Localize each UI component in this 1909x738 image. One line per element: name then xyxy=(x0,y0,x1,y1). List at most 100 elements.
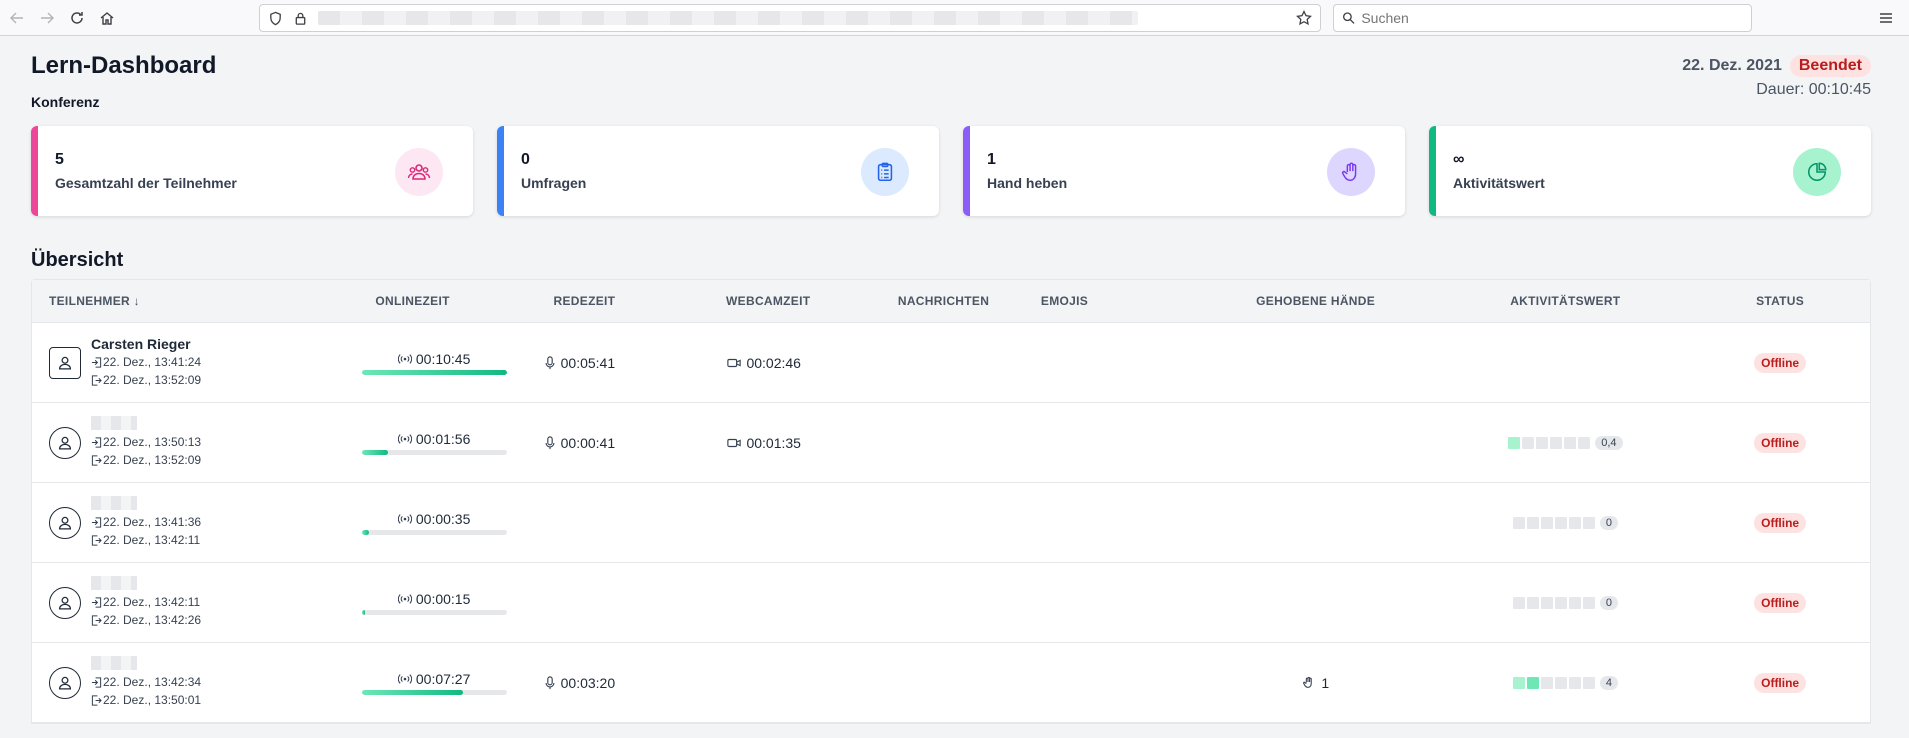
card-raise-hand: 1 Hand heben xyxy=(963,126,1405,216)
menu-button[interactable] xyxy=(1871,3,1901,33)
online-time: 00:07:27 xyxy=(361,671,507,695)
url-bar[interactable] xyxy=(259,4,1321,32)
header-webcam-time[interactable]: WEBCAMZEIT xyxy=(675,294,861,308)
activity-square xyxy=(1564,436,1577,449)
clipboard-icon xyxy=(861,148,909,196)
login-icon xyxy=(91,436,102,448)
browser-toolbar xyxy=(0,0,1909,36)
section-title: Übersicht xyxy=(31,249,124,271)
header-online-time[interactable]: ONLINEZEIT xyxy=(332,294,494,308)
activity-square xyxy=(1568,516,1581,529)
header-emojis[interactable]: EMOJIS xyxy=(1026,294,1191,308)
activity-square xyxy=(1550,436,1563,449)
join-time: 22. Dez., 13:41:36 xyxy=(91,513,201,531)
user-icon xyxy=(58,676,72,689)
online-time-bar-fill xyxy=(361,369,507,375)
forward-button[interactable] xyxy=(32,3,62,33)
microphone-icon xyxy=(545,355,555,369)
activity-meter: 0,4 xyxy=(1441,435,1691,450)
status-badge: Offline xyxy=(1754,432,1807,453)
search-icon xyxy=(1342,12,1355,24)
activity-square xyxy=(1582,516,1595,529)
online-time-bar-fill xyxy=(361,449,388,455)
status-badge: Offline xyxy=(1754,352,1807,373)
online-time-value: 00:00:15 xyxy=(415,590,471,607)
activity-square xyxy=(1508,436,1521,449)
activity-square xyxy=(1512,676,1525,689)
join-time: 22. Dez., 13:42:11 xyxy=(91,593,201,611)
arrow-right-icon xyxy=(41,12,54,23)
dashboard-page: Lern-Dashboard Konferenz 22. Dez. 2021 B… xyxy=(0,37,1909,738)
activity-meter: 0 xyxy=(1441,515,1691,530)
header-raised-hands[interactable]: GEHOBENE HÄNDE xyxy=(1191,294,1441,308)
status-badge: Offline xyxy=(1754,512,1807,533)
join-time: 22. Dez., 13:42:34 xyxy=(91,673,201,691)
activity-square xyxy=(1526,516,1539,529)
header-messages[interactable]: NACHRICHTEN xyxy=(861,294,1026,308)
activity-value: 4 xyxy=(1599,675,1618,690)
users-icon xyxy=(395,148,443,196)
join-time: 22. Dez., 13:50:13 xyxy=(91,433,201,451)
table-body: Carsten Rieger 22. Dez., 13:41:24 22. Dez.… xyxy=(32,323,1870,723)
activity-square xyxy=(1536,436,1549,449)
page-title: Lern-Dashboard xyxy=(31,52,217,79)
broadcast-icon xyxy=(397,673,412,684)
page-subtitle: Konferenz xyxy=(31,94,100,110)
online-time-bar xyxy=(361,689,507,695)
microphone-icon xyxy=(545,675,555,689)
status-badge: Offline xyxy=(1754,592,1807,613)
header-activity[interactable]: AKTIVITÄTSWERT xyxy=(1440,294,1690,308)
activity-square xyxy=(1522,436,1535,449)
avatar xyxy=(49,586,81,619)
search-bar[interactable] xyxy=(1333,4,1752,32)
reload-icon xyxy=(71,11,83,24)
activity-square xyxy=(1554,516,1567,529)
table-row: Carsten Rieger 22. Dez., 13:41:24 22. Dez.… xyxy=(32,323,1870,403)
meeting-date: 22. Dez. 2021 xyxy=(1682,57,1782,74)
activity-value: 0,4 xyxy=(1595,435,1623,450)
hand-icon xyxy=(1327,148,1375,196)
header-participant[interactable]: TEILNEHMER ↓ xyxy=(32,294,332,308)
avatar xyxy=(49,506,81,539)
logout-icon xyxy=(91,614,102,626)
header-status[interactable]: STATUS xyxy=(1690,294,1870,308)
back-button[interactable] xyxy=(2,3,32,33)
user-icon xyxy=(58,436,72,449)
avatar xyxy=(49,426,81,459)
activity-square xyxy=(1554,596,1567,609)
meeting-duration: Dauer: 00:10:45 xyxy=(1756,81,1871,98)
raised-hands: 1 xyxy=(1191,675,1441,691)
card-label: Umfragen xyxy=(521,175,587,191)
participant-name: Carsten Rieger xyxy=(91,336,191,352)
reload-button[interactable] xyxy=(62,3,92,33)
url-text-redacted xyxy=(318,11,1138,25)
card-value: 0 xyxy=(521,151,530,168)
online-time-bar xyxy=(361,529,507,535)
user-icon xyxy=(58,516,72,529)
home-button[interactable] xyxy=(92,3,122,33)
online-time: 00:10:45 xyxy=(361,351,507,375)
participant-name-redacted xyxy=(91,576,137,590)
activity-meter: 4 xyxy=(1441,675,1691,690)
avatar xyxy=(49,666,81,699)
online-time: 00:01:56 xyxy=(361,431,507,455)
activity-square xyxy=(1540,676,1553,689)
webcam-icon xyxy=(727,438,742,447)
activity-square xyxy=(1526,676,1539,689)
activity-square xyxy=(1512,516,1525,529)
table-row: 22. Dez., 13:42:34 22. Dez., 13:50:01 00:0… xyxy=(32,643,1870,723)
leave-time: 22. Dez., 13:50:01 xyxy=(91,691,201,709)
online-time-bar xyxy=(361,449,507,455)
search-input[interactable] xyxy=(1361,10,1743,26)
logout-icon xyxy=(91,534,102,546)
star-icon[interactable] xyxy=(1296,10,1312,26)
activity-square xyxy=(1512,596,1525,609)
arrow-left-icon xyxy=(10,12,23,23)
microphone-icon xyxy=(545,435,555,449)
logout-icon xyxy=(91,454,102,466)
card-label: Aktivitätswert xyxy=(1453,175,1545,191)
activity-value: 0 xyxy=(1599,515,1618,530)
header-talk-time[interactable]: REDEZEIT xyxy=(494,294,676,308)
lock-icon xyxy=(295,12,306,25)
avatar xyxy=(49,346,81,379)
